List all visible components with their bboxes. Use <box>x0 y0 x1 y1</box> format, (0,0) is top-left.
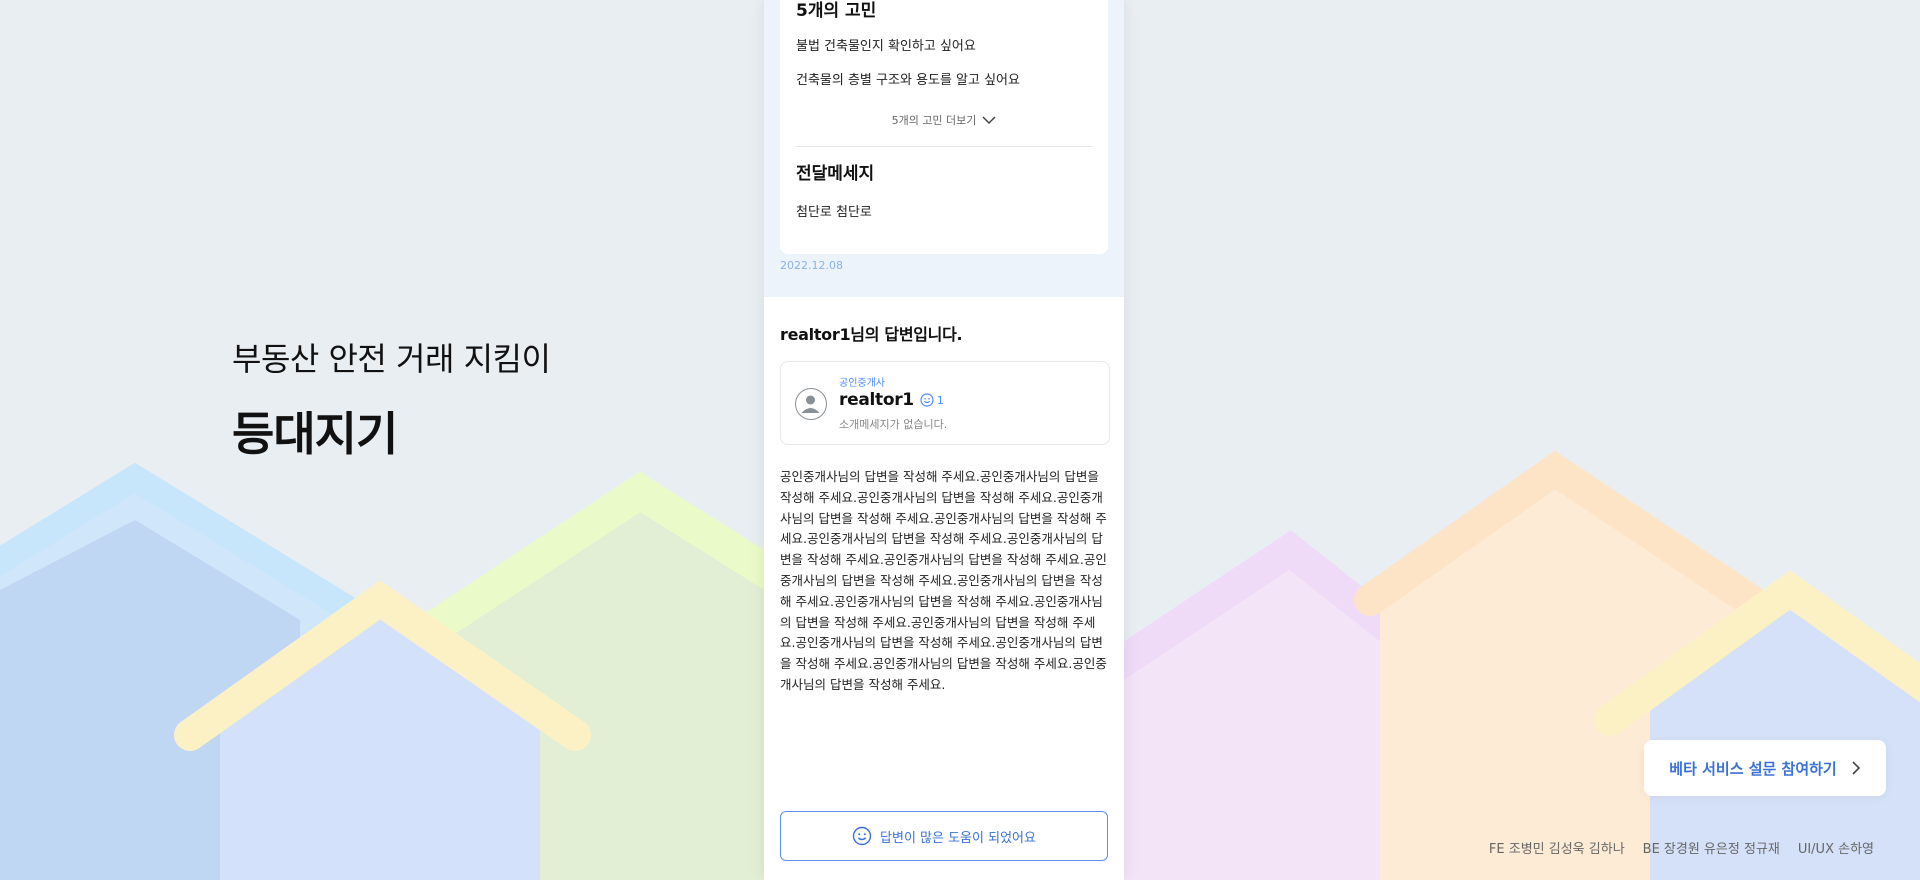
message-title: 전달메세지 <box>796 164 875 184</box>
chevron-down-icon <box>982 116 996 125</box>
agent-card[interactable]: 공인중개사 realtor1 1 소개메세지가 없습니다. <box>780 361 1110 445</box>
agent-info: 공인중개사 realtor1 1 소개메세지가 없습니다. <box>839 374 947 432</box>
more-worries-label: 5개의 고민 더보기 <box>891 114 977 127</box>
message-body: 첨단로 첨단로 <box>796 205 872 220</box>
helpful-button-label: 답변이 많은 도움이 되었어요 <box>880 830 1036 846</box>
answer-section: realtor1님의 답변입니다. 공인중개사 realtor1 1 소개메세지… <box>764 297 1124 696</box>
smile-icon <box>852 826 872 846</box>
helpful-button[interactable]: 답변이 많은 도움이 되었어요 <box>780 811 1108 861</box>
helpful-count-value: 1 <box>936 393 944 407</box>
agent-role: 공인중개사 <box>839 378 885 389</box>
brand-name: 등대지기 <box>232 407 398 461</box>
credit-be: BE 장경원 유은정 정규재 <box>1642 842 1780 857</box>
credits: FE 조병민 김성욱 김하나 BE 장경원 유은정 정규재 UI/UX 손하영 <box>1489 838 1874 857</box>
agent-row: realtor1 1 <box>839 390 947 410</box>
answer-title: realtor1님의 답변입니다. <box>780 325 963 344</box>
question-section: 5개의 고민 불법 건축물인지 확인하고 싶어요 건축물의 층별 구조와 용도를… <box>764 0 1124 297</box>
divider <box>796 146 1092 147</box>
smile-icon <box>920 393 934 407</box>
user-avatar-icon <box>795 388 827 420</box>
answer-body: 공인중개사님의 답변을 작성해 주세요.공인중개사님의 답변을 작성해 주세요.… <box>780 469 1107 692</box>
worries-title: 5개의 고민 <box>796 1 877 21</box>
survey-button-label: 베타 서비스 설문 참여하기 <box>1669 759 1837 778</box>
agent-intro: 소개메세지가 없습니다. <box>839 418 948 431</box>
question-card: 5개의 고민 불법 건축물인지 확인하고 싶어요 건축물의 층별 구조와 용도를… <box>780 0 1108 254</box>
worry-item: 불법 건축물인지 확인하고 싶어요 <box>796 39 976 54</box>
brand: 부동산 안전 거래 지킴이 등대지기 <box>232 334 551 464</box>
mobile-panel: 5개의 고민 불법 건축물인지 확인하고 싶어요 건축물의 층별 구조와 용도를… <box>764 0 1124 880</box>
brand-tagline: 부동산 안전 거래 지킴이 <box>232 340 551 378</box>
agent-name: realtor1 <box>839 390 914 410</box>
survey-button[interactable]: 베타 서비스 설문 참여하기 <box>1644 740 1886 796</box>
helpful-count: 1 <box>920 393 944 407</box>
question-date: 2022.12.08 <box>780 259 843 272</box>
credit-fe: FE 조병민 김성욱 김하나 <box>1488 842 1625 857</box>
chevron-right-icon <box>1852 761 1860 775</box>
credit-uiux: UI/UX 손하영 <box>1797 842 1874 857</box>
worry-item: 건축물의 층별 구조와 용도를 알고 싶어요 <box>796 73 1020 88</box>
more-worries-button[interactable]: 5개의 고민 더보기 <box>796 112 1092 128</box>
